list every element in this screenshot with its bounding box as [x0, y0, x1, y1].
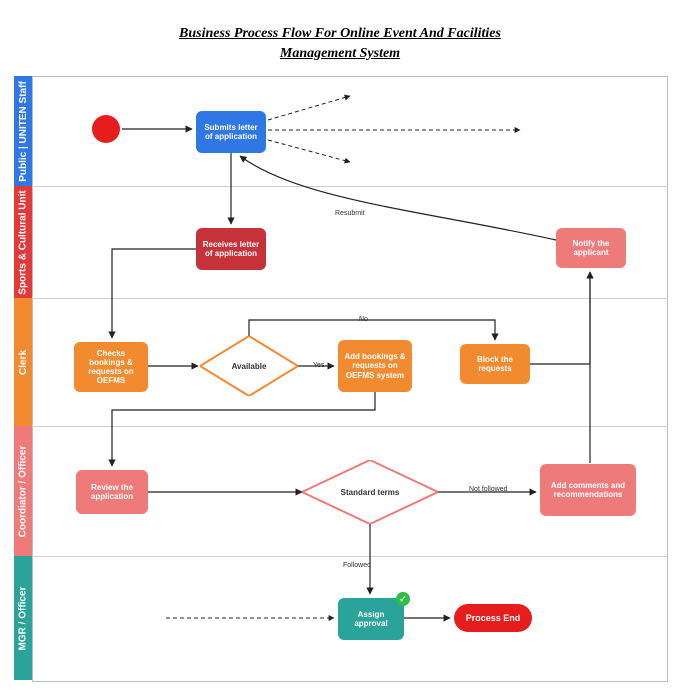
- node-submits: Submits letter of application: [196, 111, 266, 153]
- node-receives: Receives letter of application: [196, 228, 266, 270]
- label-no: No: [358, 316, 369, 323]
- diagram-title: Business Process Flow For Online Event A…: [0, 24, 680, 63]
- node-notify: Notify the applicant: [556, 228, 626, 268]
- lane-sep: [32, 556, 668, 557]
- node-block: Block the requests: [460, 344, 530, 384]
- label-yes: Yes: [312, 362, 325, 369]
- doc-equipment: Equipment booking form: [524, 118, 592, 148]
- node-checks: Checks bookings & requests on OEFMS: [74, 342, 148, 392]
- lane-public: Public | UNITEN Staff: [14, 76, 32, 186]
- label-followed: Followed: [342, 562, 372, 569]
- check-icon: ✓: [396, 592, 410, 606]
- lane-mgr: MGR / Officer: [14, 556, 32, 680]
- title-line-1: Business Process Flow For Online Event A…: [179, 26, 501, 41]
- label-notfollowed: Not followed: [468, 486, 509, 493]
- end-node: Process End: [454, 604, 532, 632]
- lane-sep: [32, 426, 668, 427]
- lane-coord: Coordiator / Officer: [14, 426, 32, 556]
- node-add: Add bookings & requests on OEFMS system: [338, 340, 412, 392]
- lane-sep: [32, 298, 668, 299]
- label-resubmit: Resubmit: [334, 210, 366, 217]
- lane-sep: [32, 186, 668, 187]
- decision-standard-terms: Standard terms: [302, 460, 438, 524]
- node-assign: Assign approval: [338, 598, 404, 640]
- node-review: Review the application: [76, 470, 148, 514]
- start-node: [92, 115, 120, 143]
- swimlane-diagram: Business Process Flow For Online Event A…: [0, 0, 680, 692]
- decision-available: Available: [200, 336, 298, 396]
- lane-clerk: Clerk: [14, 298, 32, 426]
- title-line-2: Management System: [280, 46, 400, 61]
- doc-hardcopy: Hardcopy of approved application from SA…: [82, 596, 166, 644]
- node-comments: Add comments and recommendations: [540, 464, 636, 516]
- doc-music: Music room booking form: [354, 150, 422, 180]
- lane-sports: Sports & Cultural Unit: [14, 186, 32, 298]
- doc-facility: Facilicity booking form: [354, 84, 422, 112]
